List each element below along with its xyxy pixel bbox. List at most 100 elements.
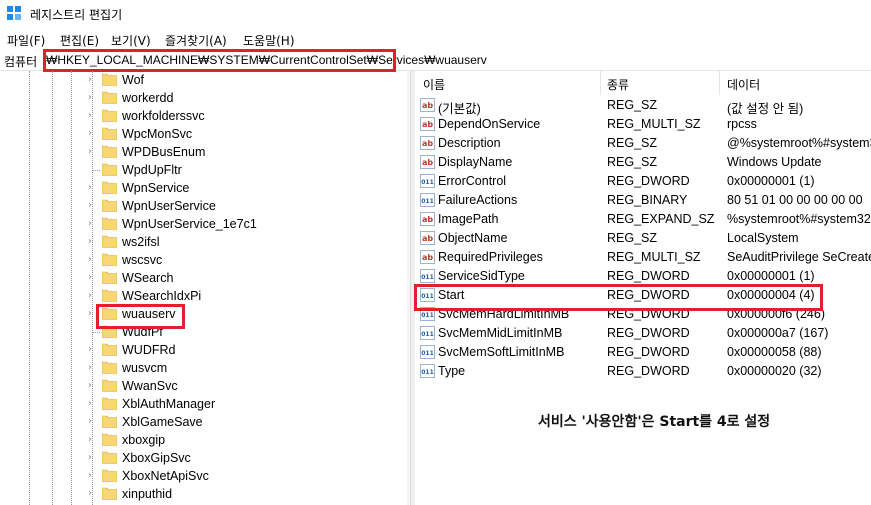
chevron-right-icon[interactable]: › — [88, 146, 96, 158]
svg-text:ab: ab — [422, 158, 433, 167]
chevron-right-icon[interactable]: › — [88, 254, 96, 266]
folder-icon — [102, 271, 117, 284]
folder-icon — [102, 289, 117, 302]
value-row[interactable]: 011 Type REG_DWORD 0x00000020 (32) — [415, 362, 871, 381]
tree-item[interactable]: › WSearchIdxPi — [0, 287, 407, 305]
column-header-type[interactable]: 종류 — [601, 71, 719, 95]
chevron-right-icon[interactable]: › — [88, 74, 96, 86]
tree-item[interactable]: WpdUpFltr — [0, 161, 407, 179]
svg-text:011: 011 — [421, 274, 434, 281]
column-header-name[interactable]: 이름 — [415, 71, 600, 95]
key-tree[interactable]: › Wof › workerdd › workfolderssvc › WpcMonSvc › W… — [0, 71, 407, 505]
value-row[interactable]: ab DependOnService REG_MULTI_SZ rpcss — [415, 115, 871, 134]
tree-item[interactable]: › WSearch — [0, 269, 407, 287]
value-row[interactable]: ab ObjectName REG_SZ LocalSystem — [415, 229, 871, 248]
address-path[interactable]: ₩HKEY_LOCAL_MACHINE₩SYSTEM₩CurrentContro… — [46, 53, 487, 67]
chevron-right-icon[interactable]: › — [88, 380, 96, 392]
chevron-right-icon[interactable]: › — [88, 182, 96, 194]
value-row[interactable]: ab DisplayName REG_SZ Windows Update — [415, 153, 871, 172]
tree-item[interactable]: › WwanSvc — [0, 377, 407, 395]
chevron-right-icon[interactable]: › — [88, 362, 96, 374]
tree-item[interactable]: › WUDFRd — [0, 341, 407, 359]
tree-item[interactable]: › WpnUserService — [0, 197, 407, 215]
tree-item-label: wuauserv — [122, 307, 176, 321]
values-list[interactable]: 이름 종류 데이터 ab (기본값) REG_SZ (값 설정 안 됨) ab Depen… — [415, 71, 871, 505]
value-type: REG_BINARY — [607, 193, 688, 207]
tree-item[interactable]: › WPDBusEnum — [0, 143, 407, 161]
menu-file[interactable]: 파일(F) — [7, 32, 45, 49]
folder-icon — [102, 415, 117, 428]
folder-icon — [102, 199, 117, 212]
value-name: DependOnService — [438, 117, 541, 131]
value-row[interactable]: ab RequiredPrivileges REG_MULTI_SZ SeAuditP… — [415, 248, 871, 267]
chevron-right-icon[interactable]: › — [88, 452, 96, 464]
value-type: REG_DWORD — [607, 345, 690, 359]
tree-item[interactable]: › XblAuthManager — [0, 395, 407, 413]
chevron-right-icon[interactable]: › — [88, 128, 96, 140]
value-row[interactable]: 011 SvcMemSoftLimitInMB REG_DWORD 0x0000005… — [415, 343, 871, 362]
tree-item[interactable]: › wscsvc — [0, 251, 407, 269]
svg-text:ab: ab — [422, 120, 433, 129]
string-value-icon: ab — [420, 231, 435, 245]
tree-item-label: WUDFRd — [122, 343, 176, 357]
chevron-right-icon[interactable]: › — [88, 290, 96, 302]
chevron-right-icon[interactable]: › — [88, 434, 96, 446]
chevron-right-icon[interactable]: › — [88, 218, 96, 230]
tree-item[interactable]: › Wof — [0, 71, 407, 89]
chevron-right-icon[interactable]: › — [88, 344, 96, 356]
tree-item-label: WpdUpFltr — [122, 163, 182, 177]
chevron-right-icon[interactable]: › — [88, 416, 96, 428]
value-row[interactable]: ab ImagePath REG_EXPAND_SZ %systemroot%#sys… — [415, 210, 871, 229]
chevron-right-icon[interactable]: › — [88, 488, 96, 500]
menu-edit[interactable]: 편집(E) — [60, 32, 99, 49]
address-root: 컴퓨터 — [4, 55, 38, 69]
value-row[interactable]: 011 SvcMemMidLimitInMB REG_DWORD 0x000000a7… — [415, 324, 871, 343]
chevron-right-icon[interactable]: › — [88, 92, 96, 104]
column-header-name-label: 이름 — [423, 78, 446, 92]
folder-icon — [102, 163, 117, 176]
tree-item[interactable]: › WpnService — [0, 179, 407, 197]
chevron-right-icon[interactable]: › — [88, 272, 96, 284]
chevron-right-icon[interactable]: › — [88, 200, 96, 212]
value-row[interactable]: 011 FailureActions REG_BINARY 80 51 01 00 0… — [415, 191, 871, 210]
chevron-right-icon[interactable]: › — [88, 110, 96, 122]
menu-view[interactable]: 보기(V) — [111, 32, 151, 49]
tree-item[interactable]: › XboxNetApiSvc — [0, 467, 407, 485]
svg-text:ab: ab — [422, 234, 433, 243]
value-name: SvcMemMidLimitInMB — [438, 326, 563, 340]
value-row[interactable]: 011 Start REG_DWORD 0x00000004 (4) — [415, 286, 871, 305]
tree-item[interactable]: › XblGameSave — [0, 413, 407, 431]
tree-item-label: WSearch — [122, 271, 174, 285]
tree-item[interactable]: › wuauserv — [0, 305, 407, 323]
chevron-right-icon[interactable]: › — [88, 398, 96, 410]
tree-item[interactable]: › ws2ifsl — [0, 233, 407, 251]
value-row[interactable]: 011 ServiceSidType REG_DWORD 0x00000001 (1) — [415, 267, 871, 286]
column-header-data[interactable]: 데이터 — [720, 71, 871, 95]
tree-item[interactable]: › xboxgip — [0, 431, 407, 449]
tree-item[interactable]: › workfolderssvc — [0, 107, 407, 125]
folder-icon — [102, 91, 117, 104]
binary-value-icon: 011 — [420, 307, 435, 321]
tree-item[interactable]: › WpcMonSvc — [0, 125, 407, 143]
folder-icon — [102, 217, 117, 230]
tree-item[interactable]: › xinputhid — [0, 485, 407, 503]
value-row[interactable]: 011 ErrorControl REG_DWORD 0x00000001 (1) — [415, 172, 871, 191]
binary-value-icon: 011 — [420, 174, 435, 188]
tree-item[interactable]: WudfPf — [0, 323, 407, 341]
value-name: SvcMemHardLimitInMB — [438, 307, 570, 321]
chevron-right-icon[interactable]: › — [88, 236, 96, 248]
tree-item[interactable]: › XboxGipSvc — [0, 449, 407, 467]
menu-help[interactable]: 도움말(H) — [243, 32, 295, 49]
value-row[interactable]: ab Description REG_SZ @%systemroot%#system3… — [415, 134, 871, 153]
tree-item[interactable]: › wusvcm — [0, 359, 407, 377]
tree-item[interactable]: › WpnUserService_1e7c1 — [0, 215, 407, 233]
address-bar[interactable]: 컴퓨터 ₩HKEY_LOCAL_MACHINE₩SYSTEM₩CurrentCo… — [0, 50, 871, 71]
value-name: FailureActions — [438, 193, 518, 207]
folder-icon — [102, 361, 117, 374]
chevron-right-icon[interactable]: › — [88, 308, 96, 320]
value-row[interactable]: 011 SvcMemHardLimitInMB REG_DWORD 0x000000f… — [415, 305, 871, 324]
menu-favorites[interactable]: 즐겨찾기(A) — [165, 32, 227, 49]
chevron-right-icon[interactable]: › — [88, 470, 96, 482]
tree-item[interactable]: › workerdd — [0, 89, 407, 107]
value-row[interactable]: ab (기본값) REG_SZ (값 설정 안 됨) — [415, 96, 871, 116]
